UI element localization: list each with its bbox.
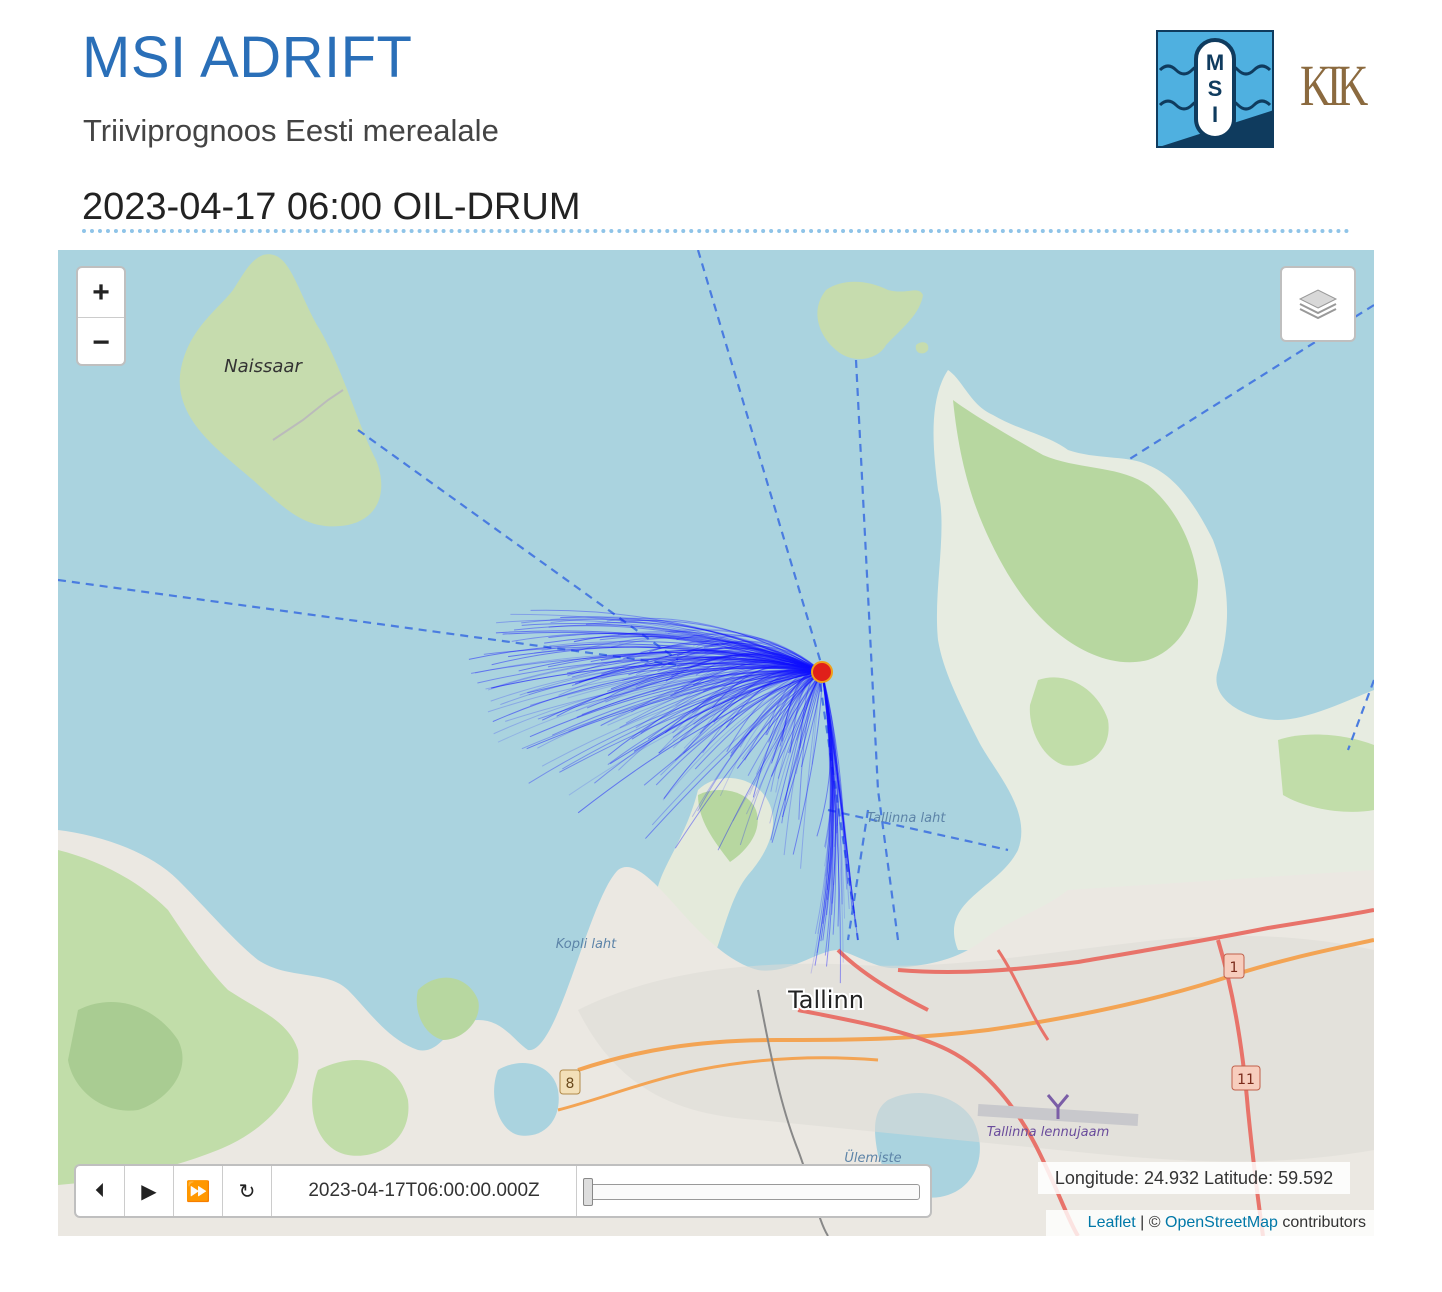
loop-icon: ↻ [238, 1180, 256, 1203]
release-point-marker [811, 661, 833, 683]
kik-logo: KIK [1300, 53, 1368, 118]
layers-button[interactable] [1280, 266, 1356, 342]
zoom-control: + − [76, 266, 126, 366]
timeline-current-time: 2023-04-17T06:00:00.000Z [272, 1166, 577, 1216]
map-attribution: Leaflet | © OpenStreetMap contributors [1046, 1210, 1374, 1236]
timeline-handle[interactable] [583, 1178, 593, 1206]
label-naissaar: Naissaar [224, 356, 303, 377]
fast-forward-icon: ⏩ [185, 1180, 211, 1203]
zoom-out-button[interactable]: − [78, 318, 124, 367]
zoom-in-button[interactable]: + [78, 268, 124, 317]
coordinates-readout: Longitude: 24.932 Latitude: 59.592 [1038, 1162, 1350, 1194]
leaflet-link[interactable]: Leaflet [1088, 1214, 1136, 1232]
rewind-button[interactable]: ⏴ [76, 1166, 125, 1216]
timeline-track [587, 1184, 920, 1200]
msi-logo-letter: S [1208, 76, 1223, 101]
app-title: MSI ADRIFT [82, 25, 413, 90]
rewind-icon: ⏴ [95, 1179, 105, 1202]
label-tallinn: Tallinn [787, 986, 864, 1014]
heading-divider [82, 229, 1350, 233]
osm-link[interactable]: OpenStreetMap [1165, 1214, 1278, 1232]
map-tiles: 8 1 11 Naissaar Tallinn Kopli laht Talli… [58, 250, 1374, 1236]
forecast-heading: 2023-04-17 06:00 OIL-DRUM [82, 186, 581, 228]
loop-button[interactable]: ↻ [223, 1166, 272, 1216]
msi-logo-letter: I [1212, 102, 1218, 127]
attribution-suffix: contributors [1277, 1214, 1366, 1231]
small-island [817, 281, 923, 360]
svg-text:11: 11 [1237, 1072, 1255, 1088]
map-view[interactable]: 8 1 11 Naissaar Tallinn Kopli laht Talli… [58, 250, 1374, 1236]
label-kopli-laht: Kopli laht [556, 937, 617, 952]
svg-text:8: 8 [566, 1076, 575, 1092]
play-icon: ▶ [141, 1180, 157, 1203]
msi-logo: M S I [1156, 30, 1274, 148]
road-shield: 8 [559, 1069, 581, 1095]
msi-logo-letter: M [1206, 50, 1224, 75]
fast-forward-button[interactable]: ⏩ [174, 1166, 223, 1216]
label-tallinna-laht: Tallinna laht [867, 811, 947, 826]
timeline-player: ⏴ ▶ ⏩ ↻ 2023-04-17T06:00:00.000Z [74, 1164, 932, 1218]
layers-icon [1298, 289, 1338, 320]
label-airport: Tallinna lennujaam [987, 1125, 1110, 1140]
naissaar-island [179, 254, 382, 527]
road-shield: 11 [1231, 1065, 1261, 1091]
attribution-separator: | © [1135, 1214, 1165, 1231]
svg-text:1: 1 [1230, 960, 1239, 976]
timeline-slider[interactable] [577, 1166, 930, 1216]
road-shield: 1 [1223, 953, 1245, 979]
app-subtitle: Triiviprognoos Eesti merealale [83, 113, 499, 148]
play-button[interactable]: ▶ [125, 1166, 174, 1216]
